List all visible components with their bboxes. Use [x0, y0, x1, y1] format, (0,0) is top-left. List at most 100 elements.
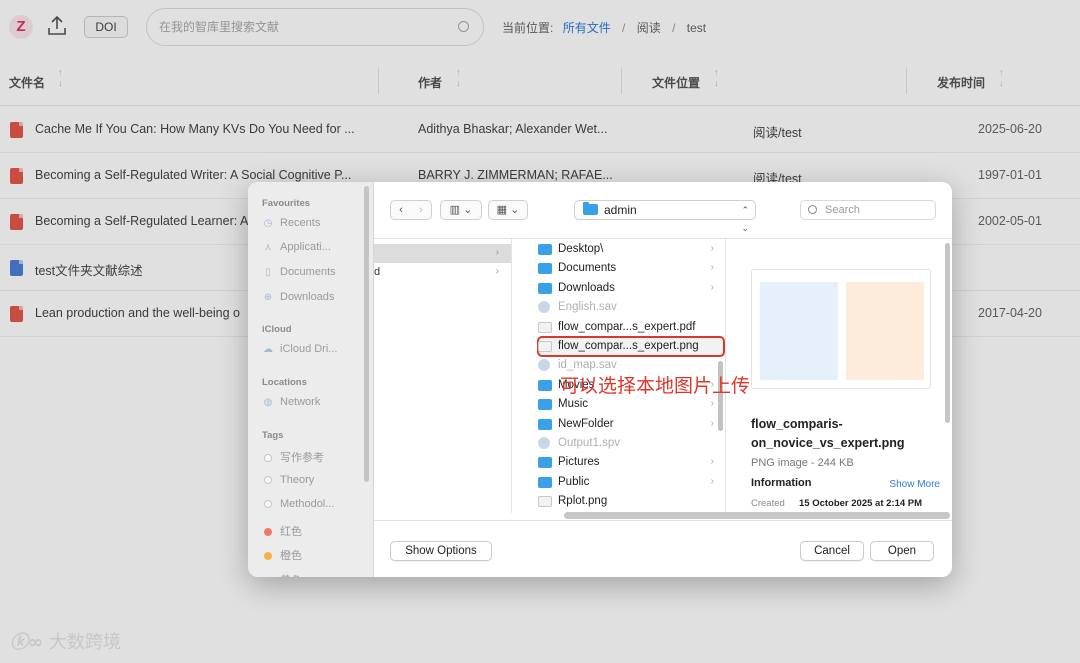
sidebar-item-network[interactable]: ◍ Network — [262, 396, 321, 408]
sidebar-tag[interactable]: Theory — [262, 474, 314, 486]
file-name: Rplot.png — [558, 495, 608, 508]
file-icon — [538, 321, 552, 333]
list-item[interactable]: › — [374, 244, 511, 263]
file-preview: flow_comparis-on_novice_vs_expert.png PN… — [739, 239, 952, 513]
folder-item[interactable]: Documents › — [538, 259, 724, 278]
chevron-down-icon: ⌄ — [510, 204, 520, 216]
chevron-right-icon: › — [710, 243, 714, 254]
sidebar-section-tags: Tags — [262, 430, 284, 441]
folder-item[interactable]: Public › — [538, 473, 724, 492]
created-label: Created — [751, 498, 785, 509]
browser-column-1: › d › — [374, 239, 512, 513]
preview-filename: flow_comparis-on_novice_vs_expert.png — [751, 417, 905, 450]
back-forward-buttons[interactable]: ‹ › — [390, 200, 432, 220]
sidebar-item-icloud-drive[interactable]: ☁ iCloud Dri... — [262, 343, 337, 355]
cancel-button[interactable]: Cancel — [800, 541, 864, 561]
sidebar-item-label: Recents — [280, 217, 321, 229]
globe-icon: ◍ — [263, 397, 273, 408]
file-icon — [538, 341, 552, 352]
file-item[interactable]: flow_compar...s_expert.pdf — [538, 318, 724, 337]
file-item[interactable]: English.sav — [538, 298, 724, 317]
folder-icon — [538, 263, 552, 275]
folder-icon — [583, 202, 598, 215]
file-item[interactable]: flow_compar...s_expert.png — [537, 336, 725, 357]
back-icon[interactable]: ‹ — [391, 201, 411, 219]
sidebar-section-locations: Locations — [262, 377, 307, 388]
chevron-right-icon: › — [710, 475, 714, 487]
document-icon: ▯ — [265, 267, 271, 278]
location-label: admin — [604, 203, 637, 217]
folder-icon — [538, 399, 552, 411]
tag-color-icon — [264, 527, 272, 536]
sidebar-tag[interactable]: 橙色 — [262, 547, 302, 563]
tag-label: 写作参考 — [280, 452, 324, 464]
file-icon — [538, 496, 552, 508]
folder-item[interactable]: Music › — [538, 395, 724, 414]
sidebar-tag[interactable]: 红色 — [262, 523, 302, 539]
file-name: Downloads — [558, 281, 615, 294]
sidebar-item-label: iCloud Dri... — [280, 343, 338, 355]
tag-color-icon — [264, 454, 272, 462]
file-name: Public — [558, 475, 590, 488]
chevron-right-icon: › — [710, 281, 714, 293]
folder-item[interactable]: Pictures › — [538, 453, 724, 472]
data-file-icon — [538, 437, 550, 449]
chevron-right-icon: › — [495, 266, 499, 277]
sidebar-item-label: Downloads — [280, 291, 335, 303]
folder-icon — [538, 476, 552, 488]
file-name: English.sav — [558, 301, 617, 314]
cloud-icon: ☁ — [263, 344, 273, 355]
watermark: ⓚ∞ 大数跨境 — [10, 628, 121, 654]
watermark-logo-icon: ⓚ∞ — [10, 632, 43, 653]
horizontal-scrollbar[interactable] — [564, 512, 950, 519]
sidebar-scrollbar[interactable] — [364, 186, 369, 482]
updown-chevron-icon: ⌃ ⌄ — [741, 205, 749, 233]
show-more-link[interactable]: Show More — [889, 479, 940, 490]
location-popup[interactable]: admin ⌃ ⌄ — [574, 200, 756, 233]
group-button[interactable]: ▦ ⌄ — [488, 200, 528, 220]
file-name: NewFolder — [558, 417, 614, 430]
folder-item[interactable]: Downloads › — [538, 279, 724, 298]
file-item[interactable]: Output1.spv — [538, 434, 724, 453]
open-button[interactable]: Open — [870, 541, 934, 561]
file-name: Music — [558, 398, 589, 411]
tag-color-icon — [264, 552, 272, 560]
list-item[interactable]: d › — [374, 263, 511, 282]
dialog-sidebar: Favourites ◷ Recents ⋏ Applicati... ▯ Docum… — [248, 182, 374, 577]
folder-item[interactable]: NewFolder › — [538, 415, 724, 434]
sidebar-item-recents[interactable]: ◷ Recents — [262, 217, 321, 229]
dialog-footer: Show Options Cancel Open — [374, 520, 952, 577]
preview-info-heading: Information — [751, 477, 812, 489]
created-value: 15 October 2025 at 2:14 PM — [799, 498, 923, 509]
folder-item[interactable]: Desktop\ › — [538, 240, 724, 259]
sidebar-item-documents[interactable]: ▯ Documents — [262, 266, 335, 278]
chevron-down-icon: ⌄ — [463, 204, 473, 216]
forward-icon[interactable]: › — [411, 201, 431, 219]
sidebar-section-favourites: Favourites — [262, 198, 311, 209]
tag-color-icon — [264, 475, 272, 484]
sidebar-item-downloads[interactable]: ⊕ Downloads — [262, 291, 335, 303]
annotation-text: 可以选择本地图片上传 — [560, 375, 751, 397]
file-name: flow_compar...s_expert.pdf — [558, 320, 696, 333]
sidebar-item-applications[interactable]: ⋏ Applicati... — [262, 241, 330, 253]
view-mode-button[interactable]: ▥ ⌄ — [440, 200, 482, 220]
dialog-search-field[interactable]: Search — [800, 200, 936, 220]
folder-icon — [538, 282, 552, 294]
folder-icon — [538, 244, 552, 255]
sidebar-section-icloud: iCloud — [262, 324, 292, 335]
tag-label: Methodol... — [280, 498, 335, 510]
tag-label: 黄色 — [280, 575, 302, 578]
sidebar-tag[interactable]: 黄色 — [262, 572, 302, 578]
thumbnail-panel-left — [760, 282, 838, 380]
preview-scrollbar[interactable] — [945, 243, 950, 423]
show-options-button[interactable]: Show Options — [390, 541, 492, 561]
sidebar-tag[interactable]: 写作参考 — [262, 449, 324, 465]
clock-icon: ◷ — [263, 218, 273, 229]
preview-thumbnail — [751, 269, 931, 389]
folder-icon — [538, 457, 552, 469]
file-item[interactable]: Rplot.png — [538, 492, 724, 511]
chevron-right-icon: › — [495, 247, 499, 258]
file-name: Documents — [558, 262, 617, 275]
watermark-text: 大数跨境 — [49, 632, 121, 653]
sidebar-tag[interactable]: Methodol... — [262, 498, 334, 510]
